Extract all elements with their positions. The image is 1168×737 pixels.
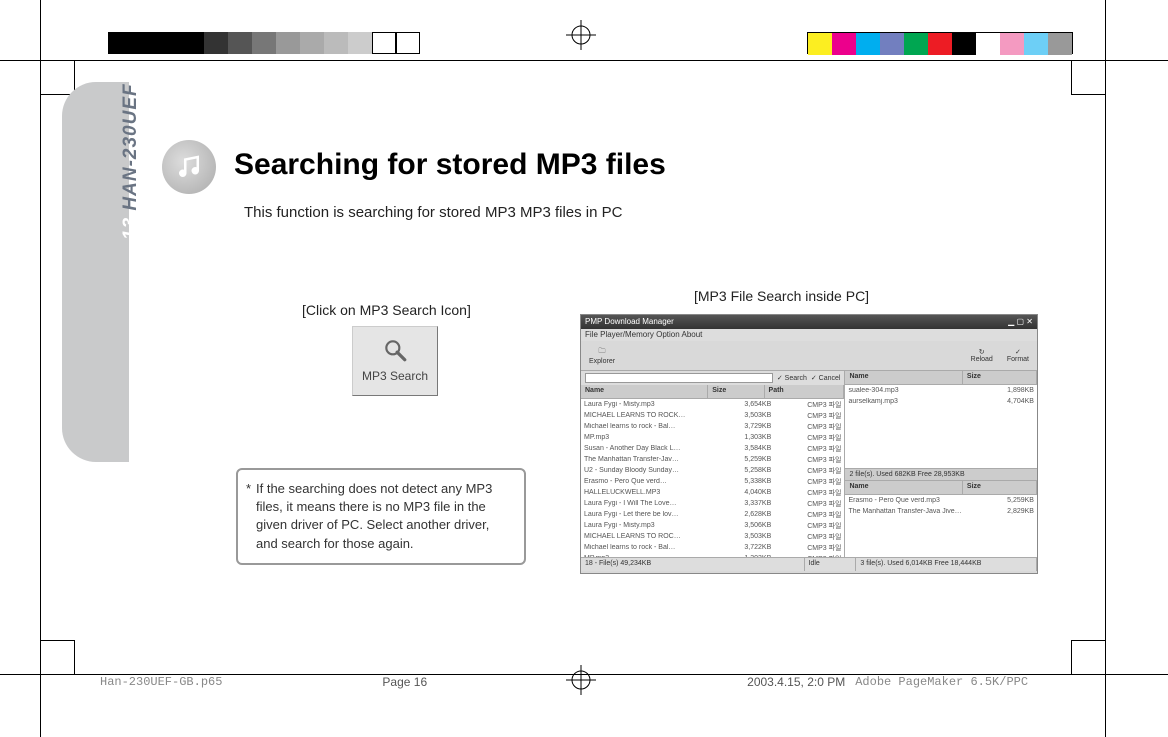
format-icon: ✓ [1015,348,1021,356]
footer-filename: Han-230UEF-GB.p65 [100,675,222,689]
note-box: * If the searching does not detect any M… [236,468,526,565]
explorer-button[interactable]: 🗀 Explorer [585,345,619,367]
chapter-tab: 13 HAN-230UEF [62,82,129,462]
drive-select[interactable] [585,373,773,383]
player-caption: 2 file(s). Used 682KB Free 28,953KB [845,469,1037,481]
col-name-r2[interactable]: Name [845,481,962,494]
col-size-r2[interactable]: Size [963,481,1037,494]
cancel-button[interactable]: ✓ Cancel [811,374,841,382]
list-item[interactable]: MICHAEL LEARNS TO ROC…3,503KBCMP3 파일 [581,531,844,542]
note-text: If the searching does not detect any MP3… [256,481,492,551]
list-item[interactable]: Laura Fygi - Let there be lov…2,628KBCMP… [581,509,844,520]
format-button[interactable]: ✓ Format [1003,346,1033,365]
page-subtitle: This function is searching for stored MP… [244,204,623,221]
caption-click-icon: [Click on MP3 Search Icon] [302,302,471,318]
col-name-r1[interactable]: Name [845,371,962,384]
app-window: PMP Download Manager ▁ ▢ ✕ File Player/M… [580,314,1038,574]
chapter-model: HAN-230UEF [120,83,141,210]
list-item[interactable]: Michael learns to rock - Bal…3,722KBCMP3… [581,542,844,553]
register-mark-top [566,20,596,50]
caption-search-in-pc: [MP3 File Search inside PC] [694,288,869,304]
list-item[interactable]: Michael learns to rock - Bal…3,729KBCMP3… [581,421,844,432]
magnifier-icon [382,337,408,363]
list-item[interactable]: sualee-304.mp31,898KB [845,385,1037,396]
list-item[interactable]: The Manhattan Transfer-Java Jive…2,829KB [845,506,1037,517]
footer-date: 2003.4.15, 2:0 PM [747,675,845,689]
list-item[interactable]: Laura Fygi - Misty.mp33,654KBCMP3 파일 [581,399,844,410]
list-item[interactable]: MICHAEL LEARNS TO ROCK…3,503KBCMP3 파일 [581,410,844,421]
list-item[interactable]: The Manhattan Transfer-Jav…5,259KBCMP3 파… [581,454,844,465]
folder-icon: 🗀 [599,347,606,358]
print-color-bar-left [108,32,420,54]
status-right: 3 file(s). Used 6,014KB Free 18,444KB [856,558,1037,571]
col-size-r1[interactable]: Size [963,371,1037,384]
player-pane: 2 file(s). Used 682KB Free 28,953KB Name… [845,469,1037,557]
mp3-search-button[interactable]: MP3 Search [352,326,438,396]
print-color-bar-right [807,32,1073,54]
reload-button[interactable]: ↻ Reload [967,346,997,365]
heading-music-icon [162,140,216,194]
list-item[interactable]: Susan - Another Day Black L…3,584KBCMP3 … [581,443,844,454]
list-item[interactable]: Laura Fygi - I Will The Love…3,337KBCMP3… [581,498,844,509]
col-size[interactable]: Size [708,385,764,398]
list-item[interactable]: Erasmo - Pero Que verd.mp35,259KB [845,495,1037,506]
status-left: 18 - File(s) 49,234KB [581,558,805,571]
window-toolbar: 🗀 Explorer ↻ Reload ✓ Format [581,341,1037,371]
list-item[interactable]: HALLELUCKWELL.MP34,040KBCMP3 파일 [581,487,844,498]
status-mid: Idle [805,558,857,571]
statusbar: 18 - File(s) 49,234KB Idle 3 file(s). Us… [581,557,1037,571]
page-title: Searching for stored MP3 files [234,148,666,182]
col-name[interactable]: Name [581,385,708,398]
reload-icon: ↻ [979,348,985,356]
window-titlebar: PMP Download Manager ▁ ▢ ✕ [581,315,1037,329]
print-footer: Han-230UEF-GB.p65 Page 16 2003.4.15, 2:0… [100,675,1078,689]
memory-pane: Name Size sualee-304.mp31,898KBaurselkam… [845,371,1037,469]
mp3-search-label: MP3 Search [353,369,437,383]
list-item[interactable]: Erasmo - Pero Que verd…5,338KBCMP3 파일 [581,476,844,487]
list-item[interactable]: U2 - Sunday Bloody Sunday…5,258KBCMP3 파일 [581,465,844,476]
note-asterisk: * [246,480,251,498]
chapter-number: 13 [120,217,141,240]
footer-page: Page 16 [382,675,427,689]
search-button[interactable]: ✓ Search [777,374,807,382]
footer-app: Adobe PageMaker 6.5K/PPC [855,675,1028,689]
list-item[interactable]: aurselkamj.mp34,704KB [845,396,1037,407]
window-controls-icon[interactable]: ▁ ▢ ✕ [1008,317,1033,327]
window-menubar[interactable]: File Player/Memory Option About [581,329,1037,341]
list-item[interactable]: Laura Fygi - Misty.mp33,506KBCMP3 파일 [581,520,844,531]
col-path[interactable]: Path [765,385,845,398]
file-list-pane: ✓ Search ✓ Cancel Name Size Path Laura F… [581,371,845,557]
list-item[interactable]: MP.mp31,303KBCMP3 파일 [581,432,844,443]
list-item[interactable]: MP.mp31,303KBCMP3 파일 [581,553,844,557]
